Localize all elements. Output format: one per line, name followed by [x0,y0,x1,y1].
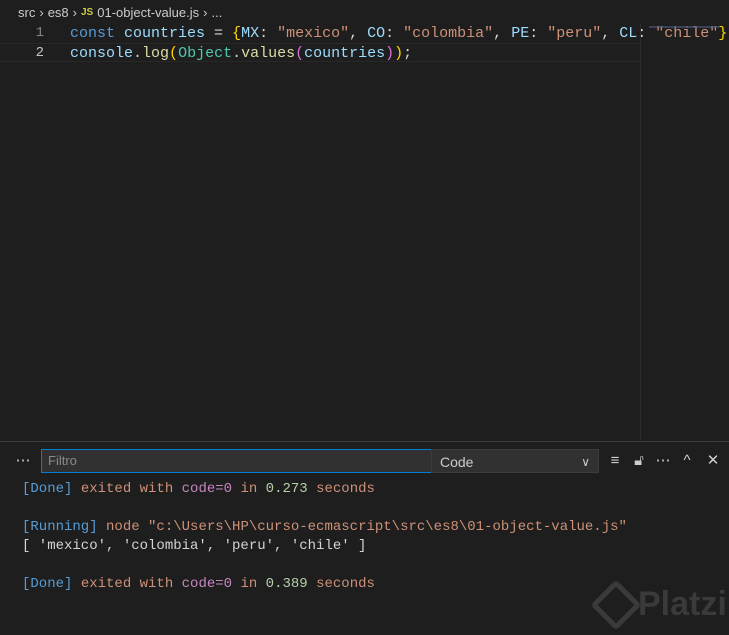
output-token: seconds [307,576,375,592]
code-text: const countries = {MX: "mexico", CO: "co… [70,24,727,43]
chevron-right-icon: › [72,5,77,20]
breadcrumb-src[interactable]: src [18,5,35,20]
breadcrumb: src › es8 › JS 01-object-value.js › ... [18,5,222,20]
code-editor[interactable]: 1 const countries = {MX: "mexico", CO: "c… [0,24,728,440]
code-token: : [529,25,548,42]
code-token: "colombia" [403,25,494,42]
output-token: exited with [72,576,182,592]
breadcrumb-es8[interactable]: es8 [48,5,69,20]
output-token: in [232,576,266,592]
code-token: "peru" [547,25,602,42]
code-token: ; [403,45,413,62]
code-token: MX [241,25,260,42]
output-line: [Done] exited with code=0 in 0.273 secon… [22,480,627,499]
code-token: , [601,25,620,42]
code-token: console [70,45,134,62]
output-token: [Done] [22,481,73,497]
platzi-watermark: Platzi [590,579,727,630]
code-token: ) [394,45,404,62]
lock-scroll-icon[interactable]: 🔓︎ [630,448,648,474]
minimap[interactable] [640,24,729,440]
close-panel-icon[interactable]: ✕ [704,448,722,474]
code-token: countries [124,25,206,42]
output-log: [Done] exited with code=0 in 0.273 secon… [22,480,627,594]
output-token: code=0 [181,481,233,497]
output-token: 0.273 [265,481,308,497]
maximize-panel-icon[interactable]: ^ [678,448,696,474]
code-token: CO [367,25,386,42]
output-token: 0.389 [265,576,308,592]
output-token: [Running] [22,519,98,535]
more-actions-icon[interactable]: ⋯ [14,448,32,474]
code-token: const [70,25,125,42]
line-number: 2 [35,45,44,61]
code-token: , [349,25,368,42]
output-channel-select[interactable]: Code ∨ [431,449,599,473]
code-token: countries [304,45,386,62]
chevron-right-icon: › [203,5,208,20]
code-line[interactable]: 1 const countries = {MX: "mexico", CO: "c… [0,24,728,43]
code-token: ( [169,45,179,62]
output-token: seconds [307,481,375,497]
code-token: log [142,45,170,62]
code-token: "mexico" [277,25,350,42]
code-token: Object [178,45,233,62]
platzi-logo-icon [590,579,642,630]
code-token: . [232,45,242,62]
output-token: code=0 [181,576,233,592]
output-token: [ 'mexico', 'colombia', 'peru', 'chile' … [22,538,367,554]
code-token: values [241,45,296,62]
minimap-content [649,26,719,28]
output-token: in [232,481,266,497]
line-number: 1 [35,25,44,41]
more-icon[interactable]: ⋯ [654,448,672,474]
output-line: [Running] node "c:\Users\HP\curso-ecmasc… [22,518,627,537]
breadcrumb-symbol[interactable]: ... [211,5,222,20]
output-line: [Done] exited with code=0 in 0.389 secon… [22,575,627,594]
output-line: [ 'mexico', 'colombia', 'peru', 'chile' … [22,537,627,556]
code-line[interactable]: 2 console.log(Object.values(countries)); [0,43,640,62]
chevron-right-icon: › [39,5,44,20]
code-token: = [205,25,233,42]
output-token: exited with [72,481,182,497]
channel-label: Code [440,454,474,470]
code-token: : [385,25,404,42]
chevron-down-icon: ∨ [581,455,590,469]
output-token: node "c:\Users\HP\curso-ecmascript\src\e… [97,519,627,535]
code-token: , [493,25,512,42]
js-file-icon: JS [81,7,94,18]
code-token: { [232,25,242,42]
code-token: ( [295,45,305,62]
breadcrumb-file[interactable]: 01-object-value.js [97,5,199,20]
filter-input[interactable]: Filtro [41,449,437,473]
output-token: [Done] [22,576,73,592]
code-text: console.log(Object.values(countries)); [70,44,412,63]
clear-output-icon[interactable]: ≡ [606,448,624,474]
code-token: : [259,25,278,42]
code-token: PE [511,25,530,42]
panel-toolbar: ⋯ Filtro Code ∨ ≡ 🔓︎ ⋯ ^ ✕ [0,448,729,474]
code-token: CL [619,25,638,42]
code-token: ) [385,45,395,62]
code-token: . [133,45,143,62]
